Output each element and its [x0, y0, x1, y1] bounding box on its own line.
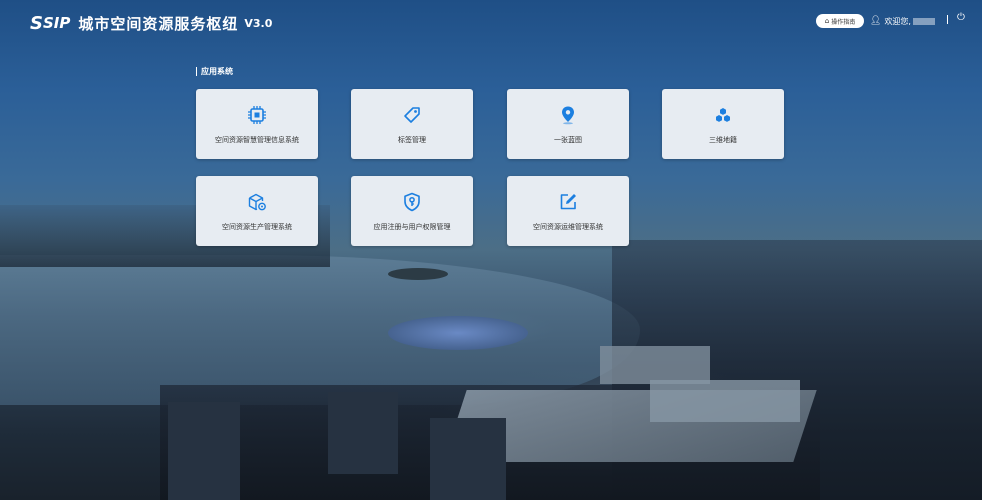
- shield-key-icon: [404, 192, 420, 212]
- app-card-operations-management[interactable]: 空间资源运维管理系统: [507, 176, 629, 246]
- background-stadium: [388, 316, 528, 350]
- app-card-3d-cadastre[interactable]: 三维地籍: [662, 89, 784, 159]
- background-roof: [650, 380, 800, 422]
- app-card-registration-permissions[interactable]: 应用注册与用户权限管理: [351, 176, 473, 246]
- app-title: 城市空间资源服务枢纽: [78, 14, 239, 33]
- logo-mark: S: [30, 12, 43, 34]
- username-redacted: [912, 17, 935, 25]
- app-card-spatial-resource-mis[interactable]: 空间资源智慧管理信息系统: [196, 89, 318, 159]
- app-version: V3.0: [244, 16, 273, 30]
- app-card-tag-management[interactable]: 标签管理: [351, 89, 473, 159]
- app-card-label: 标签管理: [398, 136, 426, 144]
- user-icon: 👤︎: [870, 16, 882, 26]
- app-card-one-blueprint[interactable]: 一张蓝图: [507, 89, 629, 159]
- operation-guide-label: 操作指南: [831, 18, 856, 26]
- background-island: [388, 268, 448, 280]
- edit-icon: [560, 194, 576, 210]
- operation-guide-button[interactable]: ⌂ 操作指南: [816, 14, 864, 28]
- header-divider: [947, 15, 948, 24]
- user-menu[interactable]: 👤︎ 欢迎您,: [870, 13, 935, 29]
- app-card-label: 空间资源生产管理系统: [222, 223, 292, 231]
- top-bar: S SIP 城市空间资源服务枢纽 V3.0 ⌂ 操作指南 👤︎ 欢迎您, ⏻: [0, 0, 982, 44]
- logo-text: SIP: [42, 14, 71, 32]
- section-title: 应用系统: [196, 67, 233, 76]
- app-card-production-management[interactable]: 空间资源生产管理系统: [196, 176, 318, 246]
- guide-icon: ⌂: [824, 17, 830, 25]
- location-pin-icon: [562, 106, 574, 125]
- background-roof: [600, 346, 710, 384]
- app-card-label: 一张蓝图: [554, 136, 582, 144]
- app-card-label: 空间资源智慧管理信息系统: [215, 136, 299, 144]
- app-card-label: 应用注册与用户权限管理: [373, 223, 451, 231]
- background-tower: [328, 392, 398, 474]
- app-card-label: 空间资源运维管理系统: [533, 223, 603, 231]
- box-gear-icon: [248, 193, 266, 211]
- welcome-text: 欢迎您,: [884, 16, 911, 26]
- app-logo[interactable]: S SIP 城市空间资源服务枢纽 V3.0: [30, 12, 272, 34]
- logout-power-icon[interactable]: ⏻: [957, 12, 965, 23]
- cubes-icon: [716, 108, 730, 122]
- chip-icon: [248, 106, 266, 124]
- tag-icon: [404, 107, 420, 123]
- background-tower: [430, 418, 506, 500]
- app-card-label: 三维地籍: [709, 136, 737, 144]
- background-tower: [168, 402, 240, 500]
